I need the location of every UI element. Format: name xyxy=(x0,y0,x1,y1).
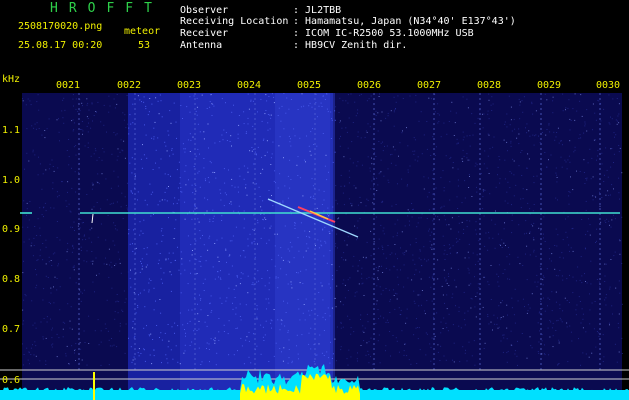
info-key-antenna: Antenna xyxy=(180,40,223,51)
hrofft-window: HROFFT 2508170020.png 25.08.17 00:20 met… xyxy=(0,0,629,400)
x-tick-label: 0025 xyxy=(297,80,322,91)
timestamp: 25.08.17 00:20 xyxy=(18,40,103,51)
x-tick-label: 0028 xyxy=(477,80,502,91)
x-tick-label: 0026 xyxy=(357,80,382,91)
spectrogram xyxy=(0,93,629,400)
app-title: HROFFT xyxy=(50,1,163,16)
x-tick-label: 0024 xyxy=(237,80,262,91)
y-tick-label: 0.7 xyxy=(2,324,21,335)
x-tick-label: 0022 xyxy=(117,80,142,91)
axis-unit-label: kHz xyxy=(2,74,21,85)
x-tick-label: 0027 xyxy=(417,80,442,91)
y-tick-label: 0.6 xyxy=(2,375,21,386)
info-value-antenna: : HB9CV Zenith dir. xyxy=(293,40,408,51)
file-name: 2508170020.png xyxy=(18,21,103,32)
meteor-count: 53 xyxy=(138,40,151,51)
y-tick-label: 1.0 xyxy=(2,175,21,186)
x-tick-label: 0023 xyxy=(177,80,202,91)
meteor-label: meteor xyxy=(124,26,161,37)
x-tick-label: 0021 xyxy=(56,80,81,91)
noise-band-peak xyxy=(275,93,335,400)
info-value-receiver: : ICOM IC-R2500 53.1000MHz USB xyxy=(293,28,474,39)
info-key-location: Receiving Location xyxy=(180,16,289,27)
info-value-observer: : JL2TBB xyxy=(293,5,342,16)
y-tick-label: 0.9 xyxy=(2,224,21,235)
info-value-location: : Hamamatsu, Japan (N34°40' E137°43') xyxy=(293,16,516,27)
y-tick-label: 1.1 xyxy=(2,125,21,136)
y-tick-label: 0.8 xyxy=(2,274,21,285)
x-tick-label: 0029 xyxy=(537,80,562,91)
info-key-observer: Observer xyxy=(180,5,229,16)
x-tick-label: 0030 xyxy=(596,80,621,91)
info-key-receiver: Receiver xyxy=(180,28,229,39)
